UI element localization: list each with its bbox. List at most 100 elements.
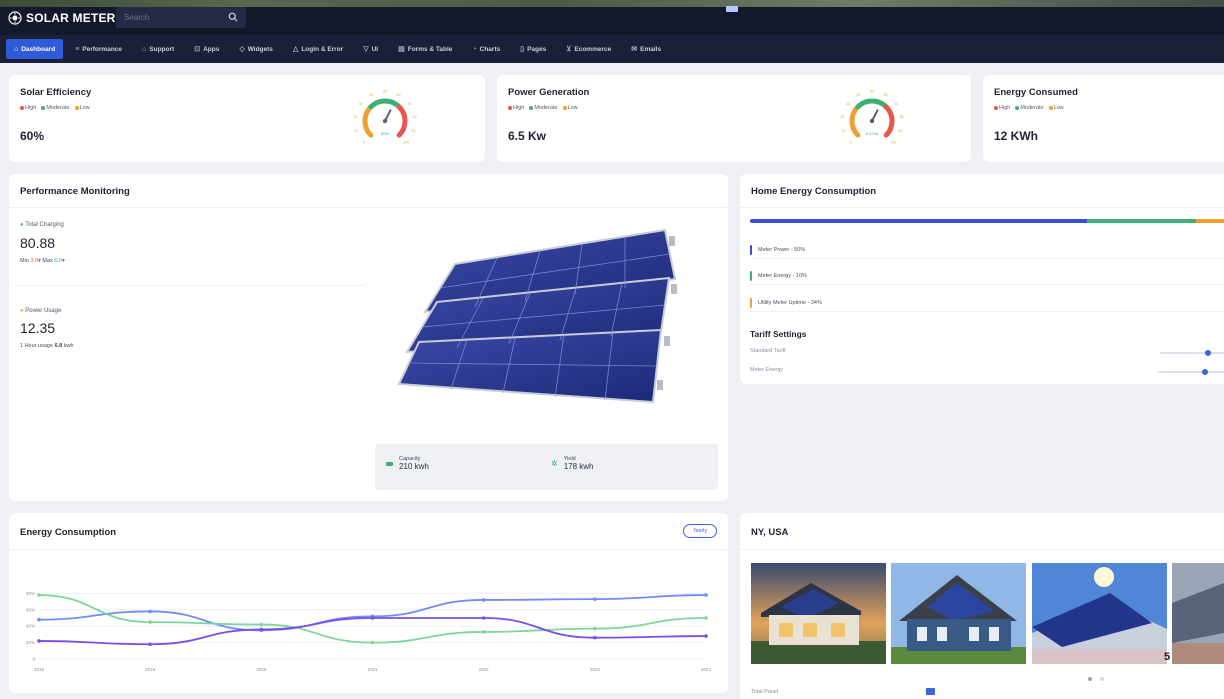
capacity-stat: Capacity 210 kwh xyxy=(386,456,429,471)
series-point-1 xyxy=(148,620,152,624)
nav-item-support[interactable]: ⌂ Support xyxy=(134,39,182,59)
x-tick-label: 2020 xyxy=(256,667,267,672)
gauge-tick-label: 30 xyxy=(846,102,850,106)
kpi-card-power-generation: Power Generation High Moderate Low 6.5 K… xyxy=(497,75,971,162)
nav-item-apps[interactable]: ⊡ Apps xyxy=(186,39,227,59)
nav-item-ui[interactable]: ▽ UI xyxy=(355,39,386,59)
search-input[interactable] xyxy=(124,10,224,25)
y-tick-label: 20% xyxy=(26,640,35,645)
house-photo-2[interactable] xyxy=(891,563,1026,664)
gauge-tick-label: 20 xyxy=(353,115,357,119)
legend-marker xyxy=(750,270,752,281)
period-select-button[interactable]: Yearly xyxy=(683,524,717,538)
series-point-1 xyxy=(593,626,597,631)
nav-item-label: Apps xyxy=(203,45,220,53)
consumption-item-utility-uptime: Utility Meter Uptime - 34% xyxy=(750,294,1224,312)
y-tick-label: 0 xyxy=(32,657,35,662)
legend-marker xyxy=(750,244,752,255)
efficiency-gauge: 0 10 20 30 40 50 60 70 80 90 100 60% xyxy=(353,90,416,145)
header-background-image xyxy=(0,0,1224,7)
series-point-1 xyxy=(370,640,375,645)
gauge-tick-label: 20 xyxy=(840,115,844,119)
gauge-tick-label: 80 xyxy=(900,115,904,119)
gauge-tick-label: 90 xyxy=(412,129,416,133)
nav-item-performance[interactable]: ≡ Performance xyxy=(67,39,130,59)
house-photo-4[interactable] xyxy=(1172,563,1224,664)
kpi-value: 60% xyxy=(20,129,45,143)
top-bar: SOLAR METER xyxy=(0,0,1224,35)
gauge-tick-label: 50 xyxy=(870,90,874,94)
kpi-value: 6.5 Kw xyxy=(508,129,547,143)
series-point-2 xyxy=(259,627,264,632)
nav-item-pages[interactable]: ▯ Pages xyxy=(512,39,554,59)
house-photo-1[interactable] xyxy=(751,563,886,664)
nav-item-forms-table[interactable]: ▤ Forms & Table xyxy=(390,39,460,59)
progress-segment xyxy=(1195,219,1224,223)
carousel-dot[interactable] xyxy=(1100,677,1104,681)
charts-icon: ◔ xyxy=(472,45,477,53)
total-charging-label: ● Total Charging xyxy=(20,222,64,228)
progress-segment xyxy=(750,219,1087,223)
progress-segment xyxy=(1086,219,1196,223)
yield-stat: ✲ Yield 178 kwh xyxy=(551,456,594,471)
carousel-dots[interactable] xyxy=(1088,677,1104,681)
series-point-1 xyxy=(481,630,486,634)
series-point-1 xyxy=(704,616,708,620)
consumption-item-meter-energy: Meter Energy - 10% xyxy=(750,267,1224,285)
nav-item-dashboard[interactable]: ⌂ Dashboard xyxy=(6,39,64,59)
standard-tariff-slider-handle[interactable] xyxy=(1205,350,1211,356)
mail-icon: ✉ xyxy=(631,46,638,53)
min-max-readout: Min 3.0▾ Max 6.0▾ xyxy=(20,258,65,264)
gauge-tick-label: 100 xyxy=(890,141,896,145)
home-icon: ⌂ xyxy=(14,45,19,53)
gauge-tick-label: 0 xyxy=(363,141,365,145)
tariff-row-label: Standard Tariff xyxy=(750,348,786,354)
tariff-row-label: Meter Energy xyxy=(750,367,784,373)
nav-item-label: Support xyxy=(149,45,175,53)
kpi-title: Energy Consumed xyxy=(994,87,1078,98)
nav-item-label: Widgets xyxy=(247,45,273,53)
pages-icon: ▯ xyxy=(520,46,525,53)
series-line-0 xyxy=(38,594,707,632)
nav-item-emails[interactable]: ✉ Emails xyxy=(623,39,669,59)
series-point-0 xyxy=(593,597,597,601)
house-photo-3[interactable] xyxy=(1032,563,1167,664)
search-box xyxy=(116,7,246,28)
nav-item-login-error[interactable]: △ Login & Error xyxy=(285,39,351,59)
gauge-hub xyxy=(382,118,388,124)
gauge-tick-label: 60 xyxy=(397,93,401,97)
gauge-arc xyxy=(368,98,402,110)
nav-item-label: Ecommerce xyxy=(574,45,612,53)
app-logo[interactable]: SOLAR METER xyxy=(8,9,116,27)
power-usage-panel: ● Power Usage 12.35 1 Hour usage 6.8 kwh xyxy=(13,300,367,360)
gauge-arc xyxy=(855,98,889,110)
location-title: NY, USA xyxy=(751,527,789,538)
cart-icon: ⊻ xyxy=(566,46,572,53)
login-icon: △ xyxy=(292,46,299,53)
performance-icon: ≡ xyxy=(75,45,80,53)
kpi-legend: High Moderate Low xyxy=(20,105,90,111)
ui-icon: ▽ xyxy=(363,46,369,53)
capacity-yield-panel: Capacity 210 kwh ✲ Yield 178 kwh xyxy=(375,444,718,490)
meter-energy-slider[interactable] xyxy=(1158,371,1224,373)
standard-tariff-slider[interactable] xyxy=(1160,352,1224,354)
battery-icon xyxy=(386,461,393,466)
nav-item-label: UI xyxy=(371,45,379,53)
nav-item-charts[interactable]: ◔ Charts xyxy=(464,39,508,59)
meter-energy-slider-handle[interactable] xyxy=(1202,369,1208,375)
apps-icon: ⊡ xyxy=(194,46,201,53)
gauge-hub xyxy=(869,118,875,124)
gauge-arc xyxy=(362,104,374,138)
x-tick-label: 2021 xyxy=(367,667,378,672)
search-icon[interactable] xyxy=(228,12,238,22)
nav-item-label: Forms & Table xyxy=(407,45,453,53)
divider xyxy=(9,207,728,208)
main-nav-bar: ⌂ Dashboard ≡ Performance ⌂ Support ⊡ Apps ◇ Widg… xyxy=(0,35,1224,63)
gauge-tick-label: 40 xyxy=(856,93,860,97)
carousel-dot-active[interactable] xyxy=(1088,677,1092,681)
nav-item-ecommerce[interactable]: ⊻ Ecommerce xyxy=(558,39,619,59)
gauge-tick-label: 10 xyxy=(841,129,845,133)
gauge-tick-label: 100 xyxy=(403,141,409,145)
nav-item-label: Dashboard xyxy=(21,45,56,53)
nav-item-widgets[interactable]: ◇ Widgets xyxy=(231,39,281,59)
